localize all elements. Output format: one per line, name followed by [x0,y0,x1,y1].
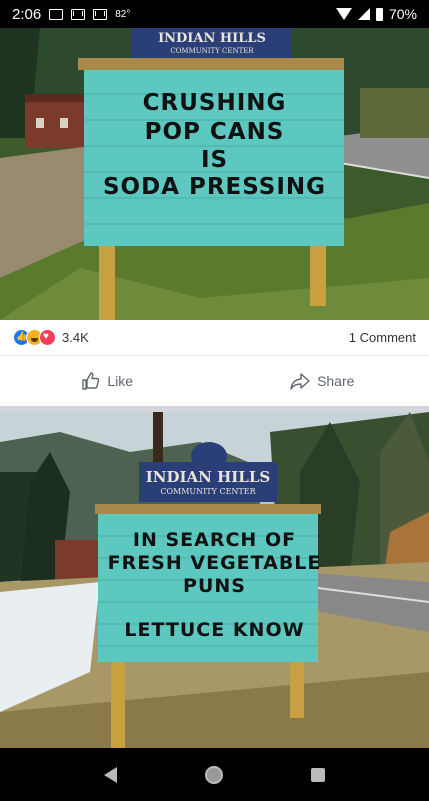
home-icon[interactable] [205,765,223,784]
post-footer: 3.4K 1 Comment Like Share [0,320,429,406]
sign-line: PUNS [183,575,246,597]
sign-line: LETTUCE KNOW [124,619,305,641]
android-nav-bar [0,748,429,801]
reaction-count: 3.4K [62,330,89,345]
share-label: Share [317,373,355,389]
sign-line: IS [200,147,229,173]
svg-text:INDIAN HILLS: INDIAN HILLS [158,31,266,46]
post-photo-1[interactable]: INDIAN HILLS COMMUNITY CENTER CRUSHING P… [0,28,429,320]
action-buttons: Like Share [0,362,429,400]
svg-text:INDIAN HILLS: INDIAN HILLS [146,468,270,486]
like-label: Like [107,373,134,389]
sign-line: FRESH VEGETABLE [107,552,322,574]
status-time: 2:06 [12,5,42,23]
battery-icon [375,7,383,21]
gmail-icon [93,8,108,20]
wifi-icon [335,8,352,20]
post-photo-2[interactable]: INDIAN HILLS COMMUNITY CENTER IN SEARCH … [0,412,429,748]
sign-line: POP CANS [144,119,285,145]
love-reaction-icon [39,329,56,346]
svg-text:COMMUNITY CENTER: COMMUNITY CENTER [160,487,256,496]
thumbs-up-icon [82,372,100,390]
status-bar: 2:06 82° 70% [0,0,429,28]
signal-icon [357,8,370,20]
back-icon[interactable] [104,766,117,783]
recent-apps-icon[interactable] [311,767,325,782]
image-icon [49,8,64,20]
sign-line: SODA PRESSING [102,174,327,200]
svg-text:COMMUNITY CENTER: COMMUNITY CENTER [170,47,254,55]
reactions-summary[interactable]: 3.4K 1 Comment [0,320,429,356]
battery-percent: 70% [388,6,417,22]
share-arrow-icon [290,373,310,390]
status-temperature: 82° [115,8,131,20]
share-button[interactable]: Share [215,371,429,391]
sign-line: IN SEARCH OF [132,529,297,551]
like-button[interactable]: Like [0,371,215,391]
comment-count-link[interactable]: 1 Comment [349,330,416,345]
gmail-icon [71,8,86,20]
sign-line: CRUSHING [142,90,287,116]
